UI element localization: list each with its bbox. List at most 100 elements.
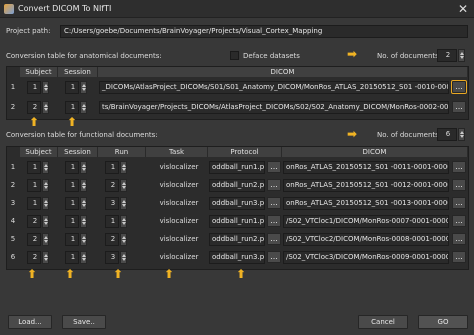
arrow-up-icon: ⬆ [113,267,124,281]
session-stepper[interactable] [80,197,87,210]
session-input[interactable]: 1 [65,101,79,114]
cancel-button[interactable]: Cancel [358,315,408,329]
protocol-field[interactable]: oddball_run2.prt [209,179,265,192]
browse-protocol-button[interactable]: ... [267,161,281,173]
close-icon[interactable]: ✕ [458,2,468,16]
column-header-task: Task [146,147,208,157]
arrow-up-icon: ⬆ [67,115,78,129]
session-stepper[interactable] [80,251,87,264]
functional-num-docs-input[interactable]: 6 [437,128,457,141]
run-stepper[interactable] [120,215,127,228]
functional-num-docs-label: No. of documents: [377,131,442,139]
task-field[interactable]: vislocalizer [152,161,206,174]
browse-button[interactable]: ... [451,80,467,94]
run-input[interactable]: 1 [105,215,119,228]
load-button[interactable]: Load... [8,315,52,329]
subject-stepper[interactable] [42,101,49,114]
subject-stepper[interactable] [42,81,49,94]
session-stepper[interactable] [80,233,87,246]
subject-stepper[interactable] [42,215,49,228]
run-input[interactable]: 3 [105,197,119,210]
dicom-path-field[interactable]: onRos_ATLAS_20150512_S01 -0012-0001-0000… [283,179,449,192]
run-stepper[interactable] [120,251,127,264]
browse-dicom-button[interactable]: ... [452,215,466,227]
dicom-path-field[interactable]: _DICOMs/AtlasProject_DICOMs/S01/S01_Anat… [99,81,449,94]
save-button[interactable]: Save.. [62,315,106,329]
dicom-path-field[interactable]: onRos_ATLAS_20150512_S01 -0013-0001-0000… [283,197,449,210]
anatomical-num-docs-stepper[interactable] [458,49,465,62]
browse-dicom-button[interactable]: ... [452,251,466,263]
run-stepper[interactable] [120,179,127,192]
run-stepper[interactable] [120,233,127,246]
go-button[interactable]: GO [418,315,468,329]
subject-input[interactable]: 2 [27,233,41,246]
subject-stepper[interactable] [42,161,49,174]
subject-stepper[interactable] [42,251,49,264]
run-input[interactable]: 3 [105,251,119,264]
session-input[interactable]: 1 [65,161,79,174]
subject-input[interactable]: 2 [27,101,41,114]
subject-input[interactable]: 2 [27,251,41,264]
task-field[interactable]: vislocalizer [152,179,206,192]
subject-input[interactable]: 1 [27,197,41,210]
run-input[interactable]: 2 [105,233,119,246]
session-input[interactable]: 1 [65,197,79,210]
browse-dicom-button[interactable]: ... [452,197,466,209]
browse-dicom-button[interactable]: ... [452,233,466,245]
task-field[interactable]: vislocalizer [152,251,206,264]
subject-input[interactable]: 2 [27,215,41,228]
column-header-protocol: Protocol [208,147,282,157]
run-input[interactable]: 1 [105,161,119,174]
session-stepper[interactable] [80,101,87,114]
browse-protocol-button[interactable]: ... [267,179,281,191]
deface-checkbox[interactable] [230,51,239,60]
dicom-path-field[interactable]: /S02_VTCloc2/DICOM/MonRos-0008-0001-0000… [283,233,449,246]
session-input[interactable]: 1 [65,251,79,264]
task-field[interactable]: vislocalizer [152,215,206,228]
protocol-field[interactable]: oddball_run3.prt [209,251,265,264]
protocol-field[interactable]: oddball_run1.prt [209,215,265,228]
browse-dicom-button[interactable]: ... [452,161,466,173]
arrow-up-icon: ⬆ [164,267,175,281]
session-stepper[interactable] [80,161,87,174]
column-header-dicom: DICOM [282,147,468,157]
arrow-up-icon: ⬆ [29,115,40,129]
session-stepper[interactable] [80,81,87,94]
session-input[interactable]: 1 [65,215,79,228]
column-header-subject: Subject [20,67,58,77]
arrow-right-icon: ➡ [347,127,358,141]
anatomical-num-docs-input[interactable]: 2 [437,49,457,62]
task-field[interactable]: vislocalizer [152,197,206,210]
browse-protocol-button[interactable]: ... [267,233,281,245]
subject-stepper[interactable] [42,179,49,192]
browse-protocol-button[interactable]: ... [267,215,281,227]
project-path-input[interactable]: C:/Users/goebe/Documents/BrainVoyager/Pr… [60,25,468,38]
subject-stepper[interactable] [42,197,49,210]
session-input[interactable]: 1 [65,179,79,192]
browse-protocol-button[interactable]: ... [267,197,281,209]
dicom-path-field[interactable]: /S02_VTCloc1/DICOM/MonRos-0007-0001-0000… [283,215,449,228]
run-stepper[interactable] [120,197,127,210]
session-input[interactable]: 1 [65,233,79,246]
subject-input[interactable]: 1 [27,161,41,174]
session-stepper[interactable] [80,215,87,228]
session-stepper[interactable] [80,179,87,192]
protocol-field[interactable]: oddball_run2.prt [209,233,265,246]
run-input[interactable]: 2 [105,179,119,192]
protocol-field[interactable]: oddball_run3.prt [209,197,265,210]
functional-num-docs-stepper[interactable] [458,128,465,141]
task-field[interactable]: vislocalizer [152,233,206,246]
subject-stepper[interactable] [42,233,49,246]
protocol-field[interactable]: oddball_run1.prt [209,161,265,174]
session-input[interactable]: 1 [65,81,79,94]
row-number: 1 [10,83,16,91]
dicom-path-field[interactable]: /S02_VTCloc3/DICOM/MonRos-0009-0001-0000… [283,251,449,264]
dicom-path-field[interactable]: onRos_ATLAS_20150512_S01 -0011-0001-0000… [283,161,449,174]
run-stepper[interactable] [120,161,127,174]
subject-input[interactable]: 1 [27,81,41,94]
browse-button[interactable]: ... [452,101,466,113]
browse-protocol-button[interactable]: ... [267,251,281,263]
browse-dicom-button[interactable]: ... [452,179,466,191]
dicom-path-field[interactable]: ts/BrainVoyager/Projects_DICOMs/AtlasPro… [99,101,449,114]
subject-input[interactable]: 1 [27,179,41,192]
